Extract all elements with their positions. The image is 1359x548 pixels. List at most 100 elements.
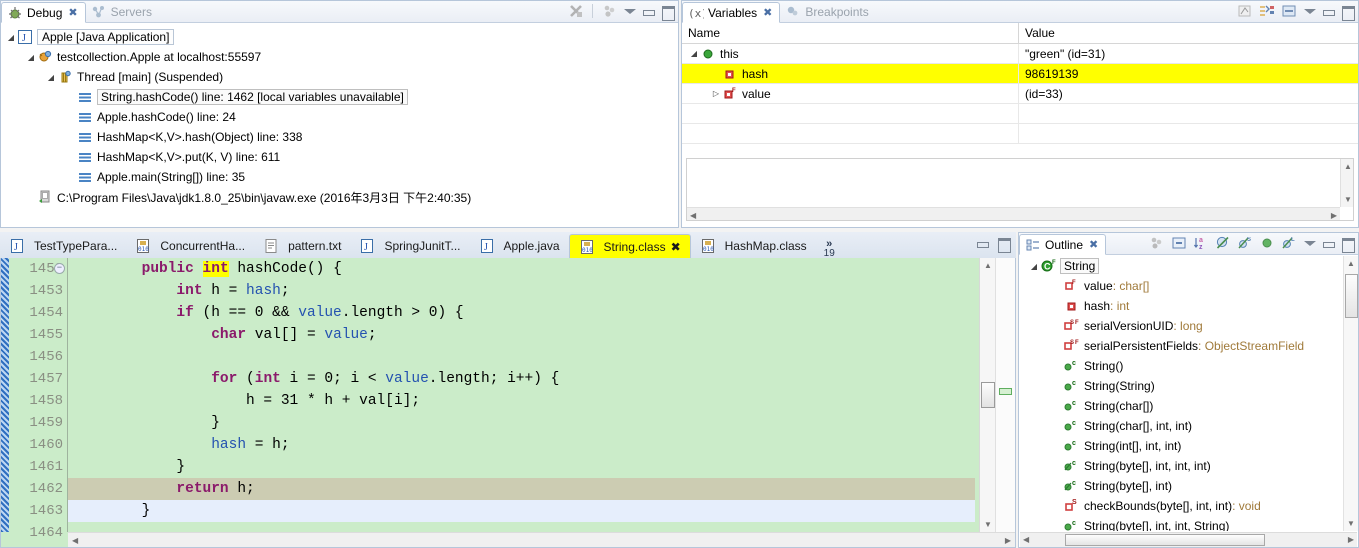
minimize-icon[interactable] bbox=[976, 237, 989, 250]
outline-item[interactable]: hash : int bbox=[1020, 296, 1343, 316]
scroll-right-icon[interactable]: ▶ bbox=[1331, 211, 1337, 220]
expand-twisty-icon[interactable]: ◢ bbox=[25, 53, 37, 62]
tab-debug[interactable]: Debug ✖ bbox=[1, 2, 86, 23]
tab-breakpoints[interactable]: Breakpoints bbox=[780, 1, 875, 22]
minimize-icon[interactable] bbox=[1322, 5, 1335, 18]
outline-item[interactable]: S FserialPersistentFields : ObjectStreamF… bbox=[1020, 336, 1343, 356]
line-number[interactable]: 1459 bbox=[9, 412, 67, 434]
debug-tree-row[interactable]: ◢ Thread [main] (Suspended) bbox=[5, 67, 678, 87]
expand-twisty-icon[interactable]: ◢ bbox=[1028, 262, 1040, 271]
view-menu-icon[interactable] bbox=[1303, 5, 1316, 18]
outline-item[interactable]: c String(int[], int, int) bbox=[1020, 436, 1343, 456]
code-line[interactable]: h = 31 * h + val[i]; bbox=[68, 390, 975, 412]
line-number[interactable]: 1464 bbox=[9, 522, 67, 544]
outline-item[interactable]: c String(char[], int, int) bbox=[1020, 416, 1343, 436]
debug-tree-row[interactable]: Apple.hashCode() line: 24 bbox=[5, 107, 678, 127]
expand-twisty-icon[interactable]: ▷ bbox=[710, 89, 722, 98]
scroll-up-icon[interactable]: ▲ bbox=[1347, 259, 1355, 268]
scroll-up-icon[interactable]: ▲ bbox=[1344, 162, 1352, 171]
expand-twisty-icon[interactable]: ◢ bbox=[45, 73, 57, 82]
editor-tab[interactable]: 010 String.class ✖ bbox=[568, 234, 691, 258]
variable-detail-pane[interactable]: ▲ ▼ ◀ ▶ bbox=[686, 158, 1354, 221]
tab-overflow-indicator[interactable]: » 19 bbox=[816, 239, 843, 259]
debug-tree-row[interactable]: ◢ testcollection.Apple at localhost:55597 bbox=[5, 47, 678, 67]
editor-tab[interactable]: J TestTypePara... bbox=[0, 234, 126, 258]
outline-item[interactable]: ◢ C F String bbox=[1020, 256, 1343, 276]
maximize-icon[interactable] bbox=[1341, 237, 1355, 253]
scrollbar-thumb[interactable] bbox=[1345, 274, 1358, 318]
scroll-left-icon[interactable]: ◀ bbox=[72, 536, 78, 545]
code-line[interactable]: for (int i = 0; i < value.length; i++) { bbox=[68, 368, 975, 390]
code-line[interactable]: } bbox=[68, 500, 975, 522]
scroll-right-icon[interactable]: ▶ bbox=[1005, 536, 1011, 545]
view-menu-icon[interactable] bbox=[1303, 237, 1316, 250]
column-header-name[interactable]: Name bbox=[682, 23, 1019, 43]
outline-tree[interactable]: ◢ C F String Fvalue : char[] hash : int S Fseri… bbox=[1020, 256, 1343, 531]
focus-on-selection-icon[interactable] bbox=[1149, 235, 1165, 251]
detail-vertical-scrollbar[interactable]: ▲ ▼ bbox=[1340, 159, 1353, 207]
view-menu-icon[interactable] bbox=[623, 5, 636, 18]
maximize-icon[interactable] bbox=[661, 5, 675, 21]
tab-servers[interactable]: Servers bbox=[86, 1, 159, 22]
variable-name-cell[interactable] bbox=[682, 103, 1019, 124]
variable-name-cell[interactable]: ▷ Fvalue bbox=[682, 83, 1019, 104]
overview-ruler[interactable] bbox=[995, 258, 1015, 532]
scroll-down-icon[interactable]: ▼ bbox=[1344, 195, 1352, 204]
editor-vertical-scrollbar[interactable]: ▲ ▼ bbox=[979, 258, 995, 532]
variable-name-cell[interactable] bbox=[682, 123, 1019, 144]
code-line[interactable]: int h = hash; bbox=[68, 280, 975, 302]
outline-item[interactable]: c String() bbox=[1020, 356, 1343, 376]
line-number-gutter[interactable]: −1452 1453 1454 1455 1456 1457 1458 1459 1460 146… bbox=[9, 258, 67, 541]
tab-outline[interactable]: Outline ✖ bbox=[1019, 234, 1107, 255]
line-number[interactable]: 1460 bbox=[9, 434, 67, 456]
outline-item[interactable]: c String(byte[], int, int, int) bbox=[1020, 456, 1343, 476]
code-line[interactable]: char val[] = value; bbox=[68, 324, 975, 346]
outline-item[interactable]: c String(String) bbox=[1020, 376, 1343, 396]
hide-fields-icon[interactable] bbox=[1215, 235, 1231, 251]
expand-twisty-icon[interactable]: ◢ bbox=[5, 33, 17, 42]
line-number[interactable]: 1455 bbox=[9, 324, 67, 346]
hide-local-types-icon[interactable]: L bbox=[1281, 235, 1297, 251]
line-number[interactable]: ➞1462 bbox=[9, 478, 67, 500]
variables-row[interactable]: ▷ Fvalue (id=33) bbox=[682, 83, 1358, 104]
outline-horizontal-scrollbar[interactable]: ◀ ▶ bbox=[1020, 532, 1357, 547]
close-icon[interactable]: ✖ bbox=[671, 240, 681, 254]
outline-item[interactable]: c String(byte[], int, int, String) bbox=[1020, 516, 1343, 531]
show-logical-structure-icon[interactable] bbox=[1237, 3, 1253, 19]
layout-icon[interactable] bbox=[1281, 3, 1297, 19]
line-number[interactable]: 1456 bbox=[9, 346, 67, 368]
editor-tab[interactable]: 010 HashMap.class bbox=[691, 234, 816, 258]
code-line[interactable] bbox=[68, 522, 975, 532]
variables-row[interactable] bbox=[682, 103, 1358, 124]
line-number[interactable]: 1463 bbox=[9, 500, 67, 522]
line-number[interactable]: 1458 bbox=[9, 390, 67, 412]
line-number[interactable]: 1454 bbox=[9, 302, 67, 324]
code-line[interactable]: return h; bbox=[68, 478, 975, 500]
outline-item[interactable]: ScheckBounds(byte[], int, int) : void bbox=[1020, 496, 1343, 516]
variables-row[interactable]: hash 98619139 bbox=[682, 63, 1358, 84]
editor-tab[interactable]: J SpringJunitT... bbox=[350, 234, 469, 258]
scrollbar-thumb[interactable] bbox=[981, 382, 995, 408]
variable-name-cell[interactable]: hash bbox=[682, 63, 1019, 84]
debug-tree-row[interactable]: C:\Program Files\Java\jdk1.8.0_25\bin\ja… bbox=[5, 187, 678, 207]
scroll-right-icon[interactable]: ▶ bbox=[1348, 535, 1354, 544]
debug-tree-row[interactable]: HashMap<K,V>.put(K, V) line: 611 bbox=[5, 147, 678, 167]
disconnect-icon[interactable] bbox=[568, 3, 584, 19]
debug-stack-tree[interactable]: ◢ J Apple [Java Application] ◢ testcollectio… bbox=[1, 23, 678, 227]
editor-tab[interactable]: J Apple.java bbox=[470, 234, 569, 258]
outline-item[interactable]: c String(byte[], int) bbox=[1020, 476, 1343, 496]
hide-static-icon[interactable]: S bbox=[1237, 235, 1253, 251]
code-line[interactable]: } bbox=[68, 456, 975, 478]
line-number[interactable]: −1452 bbox=[9, 258, 67, 280]
variables-row[interactable]: ◢ this "green" (id=31) bbox=[682, 43, 1358, 64]
variable-name-cell[interactable]: ◢ this bbox=[682, 43, 1019, 64]
code-line[interactable] bbox=[68, 346, 975, 368]
collapse-all-icon[interactable] bbox=[1259, 3, 1275, 19]
outline-item[interactable]: c String(char[]) bbox=[1020, 396, 1343, 416]
debug-tree-row[interactable]: HashMap<K,V>.hash(Object) line: 338 bbox=[5, 127, 678, 147]
scroll-down-icon[interactable]: ▼ bbox=[1347, 519, 1355, 528]
hide-nonpublic-icon[interactable] bbox=[1259, 235, 1275, 251]
editor-tab[interactable]: 010 ConcurrentHa... bbox=[126, 234, 254, 258]
minimize-icon[interactable] bbox=[1322, 237, 1335, 250]
line-number[interactable]: 1453 bbox=[9, 280, 67, 302]
